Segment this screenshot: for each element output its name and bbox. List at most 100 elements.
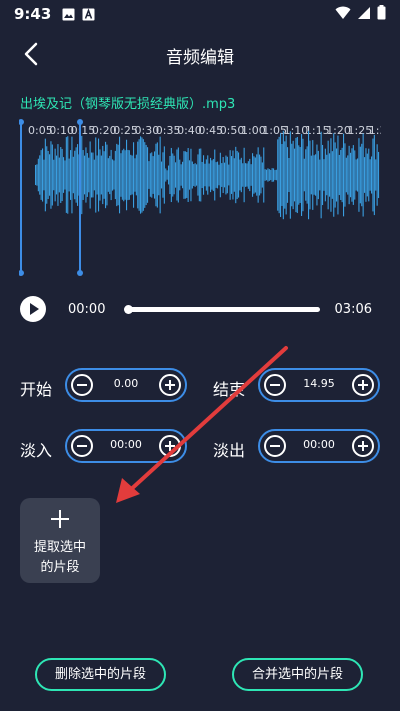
- waveform-bar: [280, 133, 282, 217]
- waveform-bar: [267, 168, 269, 182]
- extract-label: 提取选中 的片段: [24, 538, 96, 578]
- waveform-bar: [47, 150, 49, 200]
- play-button[interactable]: [20, 296, 46, 322]
- end-plus-button[interactable]: [352, 374, 374, 396]
- waveform-bar: [205, 159, 207, 191]
- waveform-bar: [130, 154, 132, 196]
- waveform-bar: [354, 150, 356, 200]
- progress-bar[interactable]: [128, 307, 320, 312]
- waveform-bar: [260, 156, 262, 194]
- waveform-view[interactable]: 0:05 0:10 0:15 0:20 0:25 0:30 0:35 0:40 0:45 0:50…: [19, 118, 381, 278]
- marker-handle[interactable]: [77, 119, 83, 125]
- waveform-bar: [68, 158, 70, 192]
- fade-out-minus-button[interactable]: [264, 435, 286, 457]
- waveform-bar: [190, 148, 192, 202]
- waveform-bar: [373, 134, 375, 216]
- waveform-bar: [71, 136, 73, 214]
- waveform-bar: [74, 150, 76, 200]
- waveform-bar: [303, 158, 305, 192]
- waveform-bar: [179, 159, 181, 191]
- waveform-bar: [295, 137, 297, 213]
- fade-out-plus-button[interactable]: [352, 435, 374, 457]
- waveform-bar: [198, 148, 200, 202]
- waveform-bar: [169, 155, 171, 195]
- waveform-bar: [44, 138, 46, 212]
- waveform-bar: [364, 157, 366, 193]
- marker-handle[interactable]: [19, 119, 24, 125]
- fade-in-value[interactable]: 00:00: [97, 438, 155, 451]
- waveform-bar: [312, 140, 314, 210]
- waveform-bar: [217, 161, 219, 189]
- waveform-bar: [159, 136, 161, 214]
- waveform-bar: [284, 141, 286, 209]
- waveform-bar: [43, 159, 45, 191]
- waveform-bar: [50, 141, 52, 209]
- end-minus-button[interactable]: [264, 374, 286, 396]
- waveform-bar: [249, 158, 251, 192]
- waveform-bar: [194, 163, 196, 187]
- marker-handle[interactable]: [77, 270, 83, 276]
- extract-segment-button[interactable]: 提取选中 的片段: [20, 498, 100, 583]
- start-minus-button[interactable]: [71, 374, 93, 396]
- start-plus-button[interactable]: [159, 374, 181, 396]
- waveform-bar: [85, 147, 87, 203]
- waveform-bar: [331, 151, 333, 199]
- marker-handle[interactable]: [19, 270, 24, 276]
- a-icon: [81, 7, 95, 21]
- waveform-bar: [144, 142, 146, 208]
- waveform-bar: [156, 142, 158, 208]
- waveform-bar: [247, 161, 249, 189]
- waveform-bar: [309, 140, 311, 210]
- waveform-bar: [270, 169, 272, 181]
- waveform-bar: [336, 148, 338, 202]
- merge-segment-button[interactable]: 合并选中的片段: [232, 658, 363, 691]
- waveform-bar: [306, 146, 308, 204]
- waveform-bar: [224, 162, 226, 188]
- waveform-bar: [116, 143, 118, 207]
- waveform-bar: [231, 156, 233, 194]
- app-header: 音频编辑: [0, 34, 400, 74]
- extract-label-line2: 的片段: [40, 560, 80, 575]
- waveform-bar: [210, 157, 212, 193]
- status-right-group: [335, 5, 386, 24]
- waveform-bar: [172, 153, 174, 197]
- waveform-bar: [119, 136, 121, 214]
- fade-in-minus-button[interactable]: [71, 435, 93, 457]
- delete-segment-button[interactable]: 删除选中的片段: [35, 658, 166, 691]
- waveform-bar: [65, 137, 67, 213]
- waveform-bar: [175, 162, 177, 188]
- waveform-bar: [238, 152, 240, 198]
- waveform-bar: [281, 144, 283, 206]
- waveform-bar: [127, 149, 129, 201]
- waveform-bar: [126, 139, 128, 211]
- waveform-bar: [378, 151, 380, 199]
- image-icon: [61, 7, 75, 21]
- waveform-bar: [81, 135, 83, 215]
- waveform-bar: [239, 159, 241, 191]
- waveform-bar: [64, 160, 66, 190]
- fade-out-value[interactable]: 00:00: [290, 438, 348, 451]
- waveform-bar: [121, 150, 123, 200]
- waveform-bar: [131, 155, 133, 195]
- waveform-bar: [96, 155, 98, 195]
- start-value[interactable]: 0.00: [97, 377, 155, 390]
- progress-thumb[interactable]: [124, 305, 133, 314]
- waveform[interactable]: 0:050:100:150:200:250:300:350:400:450:50…: [19, 118, 381, 278]
- waveform-bar: [357, 158, 359, 192]
- waveform-bar: [317, 150, 319, 200]
- waveform-bar: [301, 133, 303, 217]
- waveform-bar: [338, 154, 340, 196]
- signal-icon: [357, 6, 371, 24]
- fade-in-plus-button[interactable]: [159, 435, 181, 457]
- waveform-bar: [106, 144, 108, 206]
- waveform-bar: [263, 147, 265, 203]
- waveform-bar: [99, 149, 101, 201]
- end-value[interactable]: 14.95: [290, 377, 348, 390]
- waveform-bar: [100, 155, 102, 195]
- waveform-bar: [302, 138, 304, 212]
- waveform-bar: [37, 158, 39, 192]
- waveform-bar: [183, 151, 185, 199]
- waveform-bar: [165, 168, 167, 182]
- waveform-bar: [369, 159, 371, 191]
- waveform-bar: [229, 150, 231, 200]
